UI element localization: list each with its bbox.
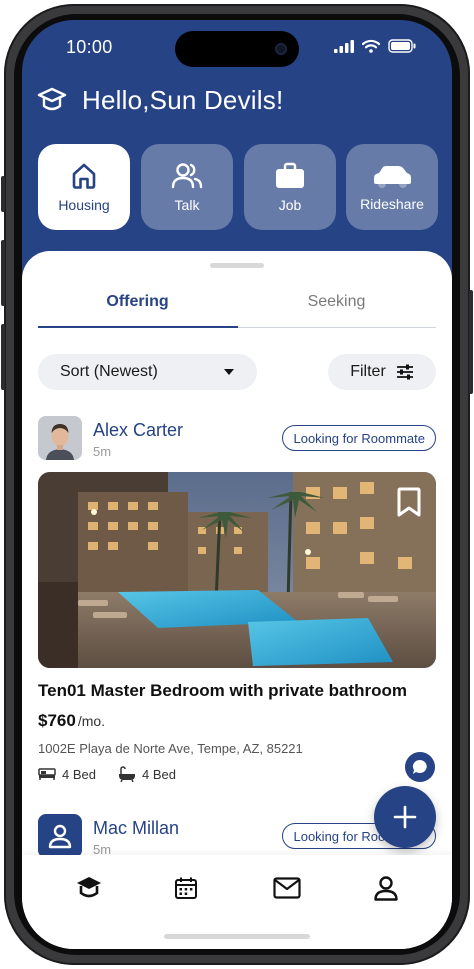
people-icon <box>171 163 203 189</box>
car-icon <box>374 166 411 188</box>
bottom-nav <box>22 855 452 949</box>
tab-indicator <box>38 326 238 328</box>
content-sheet: Offering Seeking Sort (Newest) Filter Al… <box>22 251 452 949</box>
chat-button[interactable] <box>405 752 435 782</box>
status-badge: Looking for Roommate <box>282 425 436 451</box>
tab-seeking[interactable]: Seeking <box>237 293 436 311</box>
camera-icon <box>275 43 287 55</box>
tab-bar: Offering Seeking <box>38 291 436 328</box>
category-label: Rideshare <box>360 196 424 212</box>
drag-handle[interactable] <box>210 263 264 268</box>
briefcase-icon <box>276 162 304 188</box>
category-label: Talk <box>174 197 200 213</box>
listing-specs: 4 Bed 4 Bed <box>38 766 176 782</box>
graduation-cap-icon <box>37 87 67 111</box>
sliders-icon <box>396 364 413 380</box>
cellular-signal-icon <box>334 39 354 53</box>
status-icons <box>334 39 416 53</box>
price-amount: $760 <box>38 711 76 730</box>
category-talk[interactable]: Talk <box>141 144 233 230</box>
bookmark-icon <box>397 487 421 517</box>
status-bar: 10:00 <box>22 20 452 74</box>
category-label: Job <box>278 197 302 213</box>
calendar-icon <box>175 877 197 899</box>
volume-up-button <box>1 240 5 306</box>
tab-offering[interactable]: Offering <box>38 293 237 311</box>
bed-count: 4 Bed <box>62 766 96 782</box>
status-time: 10:00 <box>66 37 113 57</box>
category-rideshare[interactable]: Rideshare <box>346 144 438 230</box>
filter-button[interactable]: Filter <box>328 354 436 390</box>
battery-icon <box>388 39 416 53</box>
wifi-icon <box>362 39 380 53</box>
bath-count: 4 Bed <box>141 766 176 782</box>
author-name[interactable]: Alex Carter <box>93 420 183 441</box>
nav-messages[interactable] <box>272 873 302 903</box>
listing-price: $760/mo. <box>38 711 105 731</box>
filter-label: Filter <box>350 363 386 380</box>
nav-profile[interactable] <box>371 873 401 903</box>
pool-apartment-image <box>38 472 436 668</box>
nav-home[interactable] <box>74 873 104 903</box>
category-housing[interactable]: Housing <box>38 144 130 230</box>
screen: 10:00 Hello,Sun Devils! Housing Talk Job… <box>22 20 452 949</box>
dynamic-island <box>175 31 299 67</box>
category-label: Housing <box>58 197 110 213</box>
category-job[interactable]: Job <box>244 144 336 230</box>
greeting-text: Hello,Sun Devils! <box>82 84 284 115</box>
mute-switch <box>1 176 5 212</box>
profile-icon <box>374 876 398 901</box>
sort-dropdown[interactable]: Sort (Newest) <box>38 354 257 390</box>
listing-title[interactable]: Ten01 Master Bedroom with private bathro… <box>38 681 407 701</box>
home-indicator <box>164 934 310 939</box>
avatar-photo-icon <box>38 416 82 460</box>
mail-icon <box>273 877 301 899</box>
power-button <box>469 290 473 394</box>
listing-photo[interactable] <box>38 472 436 668</box>
chat-bubble-icon <box>412 759 427 774</box>
greeting-row: Hello,Sun Devils! <box>36 84 283 116</box>
caret-down-icon <box>224 369 234 375</box>
category-row: Housing Talk Job Rideshare <box>38 144 438 232</box>
bathtub-icon <box>118 766 135 782</box>
nav-calendar[interactable] <box>171 873 201 903</box>
sort-label: Sort (Newest) <box>60 363 158 380</box>
avatar[interactable] <box>38 814 82 858</box>
avatar[interactable] <box>38 416 82 460</box>
bookmark-button[interactable] <box>396 486 422 523</box>
author-name[interactable]: Mac Millan <box>93 818 179 839</box>
post-header: Alex Carter 5m Looking for Roommate <box>38 416 436 462</box>
bed-icon <box>38 768 56 780</box>
plus-icon <box>393 805 417 829</box>
add-post-button[interactable] <box>374 786 436 848</box>
user-icon <box>48 824 72 849</box>
house-icon <box>72 163 96 189</box>
listing-address: 1002E Playa de Norte Ave, Tempe, AZ, 852… <box>38 741 303 756</box>
post-time: 5m <box>93 444 112 459</box>
graduation-cap-icon <box>77 877 101 898</box>
volume-down-button <box>1 324 5 390</box>
price-unit: /mo. <box>77 713 106 729</box>
